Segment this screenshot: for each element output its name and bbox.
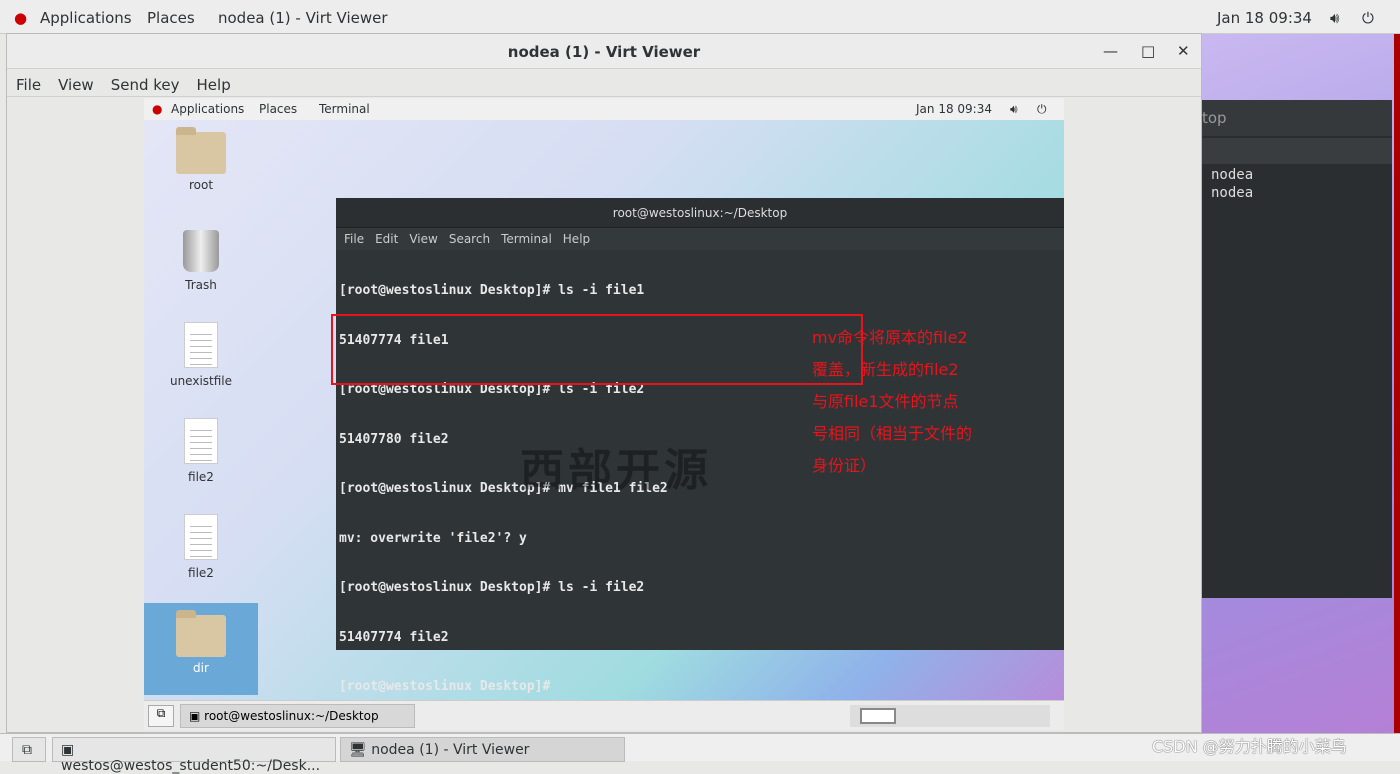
file-icon xyxy=(184,418,218,464)
csdn-watermark: CSDN @努力扑腾的小菜鸟 xyxy=(1152,737,1347,756)
show-desktop-icon[interactable]: ⧉ xyxy=(148,705,174,727)
terminal-line: [root@westoslinux Desktop]# ls -i file1 xyxy=(339,283,645,298)
annotation-line: mv命令将原本的file2 xyxy=(812,328,968,347)
background-window-edge xyxy=(1394,34,1400,734)
guest-places-menu[interactable]: Places xyxy=(259,102,297,116)
guest-applications-menu[interactable]: Applications xyxy=(171,102,244,116)
watermark-logo: 西部开源 xyxy=(520,445,712,496)
terminal-icon: ▣ xyxy=(61,742,75,758)
taskbar-item-terminal[interactable]: ▣ westos@westos_student50:~/Desk... xyxy=(52,737,336,774)
annotation-highlight-box xyxy=(331,314,863,385)
host-top-bar: ● Applications Places nodea (1) - Virt V… xyxy=(0,0,1400,34)
applications-menu[interactable]: Applications xyxy=(40,9,132,27)
menu-file[interactable]: File xyxy=(16,76,41,94)
folder-icon xyxy=(176,610,226,657)
icon-label: unexistfile xyxy=(169,374,233,388)
active-window-menu[interactable]: nodea (1) - Virt Viewer xyxy=(218,9,388,27)
taskbar-label: nodea (1) - Virt Viewer xyxy=(371,742,530,758)
terminal-icon: ▣ xyxy=(189,709,205,723)
desktop-icon-trash[interactable]: Trash xyxy=(144,230,258,292)
window-title: nodea (1) - Virt Viewer xyxy=(7,34,1201,69)
terminal-menu-help[interactable]: Help xyxy=(563,232,590,246)
icon-label: root xyxy=(188,178,214,192)
terminal-menu-search[interactable]: Search xyxy=(449,232,490,246)
background-terminal-title: top xyxy=(1202,100,1392,136)
home-folder-icon xyxy=(176,127,226,174)
trash-icon xyxy=(183,230,219,272)
terminal-line: mv: overwrite 'file2'? y xyxy=(339,530,527,546)
taskbar-item-virt-viewer[interactable]: 🖥︎ nodea (1) - Virt Viewer xyxy=(340,737,625,762)
taskbar-terminal-item[interactable]: ▣ root@westoslinux:~/Desktop xyxy=(180,704,415,728)
guest-clock[interactable]: Jan 18 09:34 xyxy=(916,102,992,116)
icon-label: file2 xyxy=(188,470,214,484)
terminal-line: 51407774 file2 xyxy=(339,629,449,645)
terminal-menu-terminal[interactable]: Terminal xyxy=(501,232,552,246)
speaker-icon[interactable]: 🔊︎ xyxy=(1010,102,1018,117)
guest-taskbar: ⧉ ▣ root@westoslinux:~/Desktop xyxy=(144,700,1064,730)
annotation-line: 身份证） xyxy=(812,456,877,475)
annotation-line: 号相同（相当于文件的 xyxy=(812,424,973,443)
terminal-title: root@westoslinux:~/Desktop xyxy=(336,198,1064,228)
annotation-text: mv命令将原本的file2 覆盖，新生成的file2 与原file1文件的节点 … xyxy=(812,322,1012,482)
annotation-line: 覆盖，新生成的file2 xyxy=(812,360,959,379)
taskbar-label: westos@westos_student50:~/Desk... xyxy=(61,758,321,774)
desktop-icon-dir[interactable]: dir xyxy=(144,603,258,695)
close-button[interactable]: ✕ xyxy=(1177,42,1190,60)
terminal-menu-view[interactable]: View xyxy=(409,232,437,246)
desktop-icon-unexistfile[interactable]: unexistfile xyxy=(144,322,258,388)
workspace-switcher[interactable] xyxy=(850,705,1050,727)
annotation-line: 与原file1文件的节点 xyxy=(812,392,959,411)
taskbar-label: root@westoslinux:~/Desktop xyxy=(204,709,379,723)
file-icon xyxy=(184,514,218,560)
menu-help[interactable]: Help xyxy=(197,76,231,94)
maximize-button[interactable]: □ xyxy=(1141,42,1155,60)
redhat-icon: ● xyxy=(14,9,28,27)
redhat-icon: ● xyxy=(152,102,163,116)
background-terminal-window[interactable]: top nodea nodea xyxy=(1202,100,1392,598)
terminal-line: [root@westoslinux Desktop]# xyxy=(339,679,559,694)
guest-terminal-menu[interactable]: Terminal xyxy=(319,102,370,116)
workspace-1[interactable] xyxy=(860,708,896,724)
show-desktop-icon[interactable]: ⧉ xyxy=(12,737,46,762)
power-icon[interactable]: ⏻ xyxy=(1362,9,1374,27)
clock[interactable]: Jan 18 09:34 xyxy=(1217,9,1312,27)
terminal-menu-edit[interactable]: Edit xyxy=(375,232,398,246)
speaker-icon[interactable]: 🔊︎ xyxy=(1330,9,1339,27)
guest-top-bar: ● Applications Places Terminal Jan 18 09… xyxy=(144,98,1064,120)
output-line: nodea xyxy=(1211,185,1254,201)
terminal-menu-bar: File Edit View Search Terminal Help xyxy=(336,228,1064,250)
icon-label: Trash xyxy=(185,278,217,292)
menu-send-key[interactable]: Send key xyxy=(111,76,180,94)
desktop-icon-root[interactable]: root xyxy=(144,127,258,192)
menu-bar: File View Send key Help xyxy=(7,69,1201,97)
power-icon[interactable]: ⏻ xyxy=(1037,102,1047,117)
monitor-icon: 🖥︎ xyxy=(349,742,372,758)
menu-view[interactable]: View xyxy=(58,76,94,94)
desktop-icon-file2[interactable]: file2 xyxy=(144,418,258,484)
icon-label: file2 xyxy=(188,566,214,580)
places-menu[interactable]: Places xyxy=(147,9,195,27)
output-line: nodea xyxy=(1211,167,1254,183)
terminal-line: [root@westoslinux Desktop]# ls -i file2 xyxy=(339,580,645,595)
file-icon xyxy=(184,322,218,368)
desktop-icon-file2[interactable]: file2 xyxy=(144,514,258,580)
minimize-button[interactable]: — xyxy=(1103,42,1118,60)
icon-label: dir xyxy=(193,661,209,675)
terminal-menu-file[interactable]: File xyxy=(344,232,364,246)
